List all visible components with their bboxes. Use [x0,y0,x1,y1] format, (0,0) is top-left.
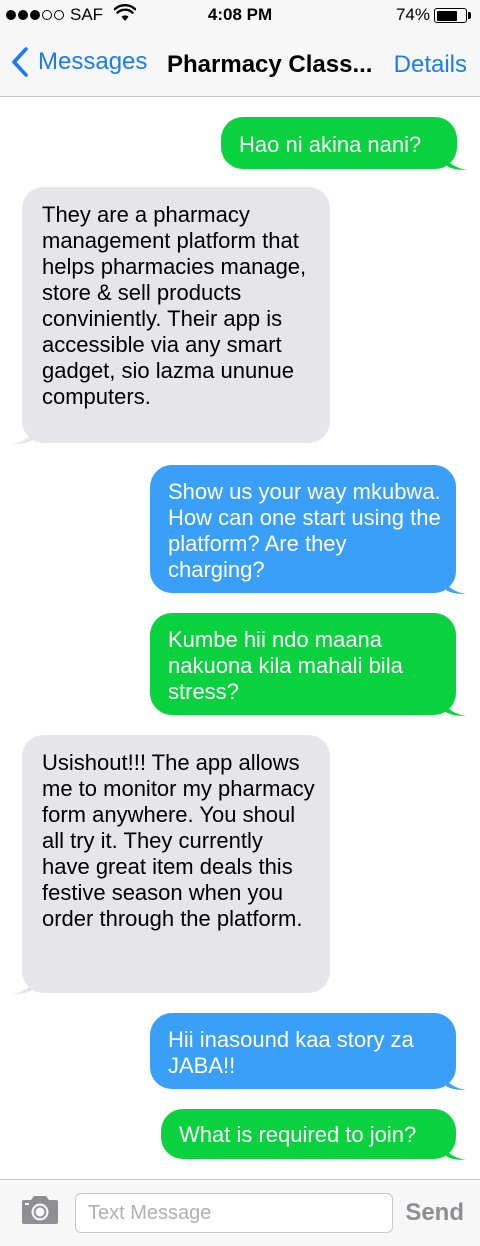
battery-percent: 74% [395,5,430,24]
bubble-tail [444,696,466,716]
message-text-field[interactable] [75,1193,393,1233]
bubble-tail [12,974,34,994]
message-text: Usishout!!! The app allows me to monitor… [42,750,315,931]
message-text: Hao ni akina nani? [239,132,422,157]
details-button[interactable]: Details [394,51,467,79]
message-bubble-outgoing[interactable]: Hao ni akina nani? [221,117,467,170]
message-bubble-incoming[interactable]: Usishout!!! The app allows me to monitor… [12,735,330,994]
chevron-left-icon [12,47,28,77]
message-text: Hii inasound kaa story za JABA!! [168,1027,414,1078]
message-bubble-incoming[interactable]: They are a pharmacy management platform … [12,187,330,444]
battery-icon [434,8,467,23]
status-bar: SAF 4:08 PM 74% [0,0,480,32]
bubble-tail [444,1140,466,1160]
back-button-label: Messages [38,48,148,75]
message-text: Show us your way mkubwa. How can one sta… [168,479,441,582]
bubble-tail [444,1070,466,1090]
bubble-tail [12,424,34,444]
message-text: Kumbe hii ndo maana nakuona kila mahali … [168,627,403,704]
battery-tip [468,12,471,19]
camera-icon[interactable] [20,1194,60,1226]
send-button[interactable]: Send [405,1199,464,1227]
message-input-bar: Send [0,1179,480,1246]
conversation-title: Pharmacy Class... [167,51,373,78]
message-thread[interactable]: Hao ni akina nani? They are a pharmacy m… [0,97,480,1179]
battery-level [436,10,458,21]
navigation-bar: Messages Pharmacy Class... Details [0,32,480,97]
bubble-tail [444,574,466,594]
message-bubble-outgoing[interactable]: Show us your way mkubwa. How can one sta… [150,465,466,594]
message-bubble-outgoing[interactable]: Hii inasound kaa story za JABA!! [150,1013,466,1090]
message-bubble-outgoing[interactable]: What is required to join? [161,1109,466,1160]
message-bubble-outgoing[interactable]: Kumbe hii ndo maana nakuona kila mahali … [150,613,466,716]
message-text: What is required to join? [179,1122,417,1147]
message-text: They are a pharmacy management platform … [42,202,307,409]
back-button[interactable]: Messages [10,46,147,78]
bubble-tail [445,150,467,170]
